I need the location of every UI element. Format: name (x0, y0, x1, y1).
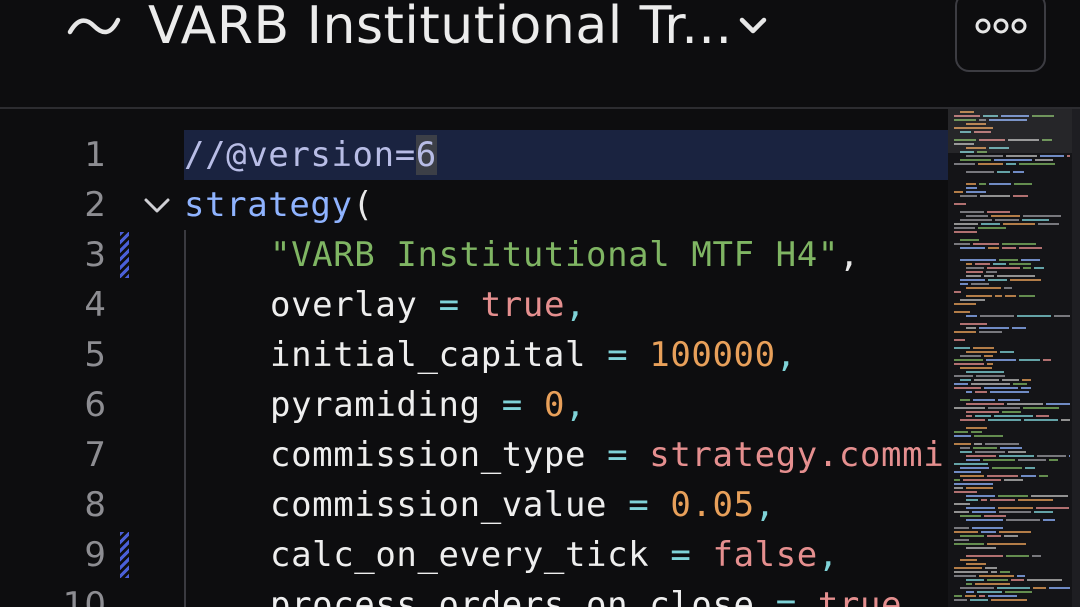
line-number: 5 (84, 335, 106, 375)
chevron-down-icon[interactable] (734, 12, 772, 40)
more-options-button[interactable] (955, 0, 1046, 72)
fold-chevron-icon[interactable] (142, 194, 172, 216)
param-token: commission_type (270, 435, 587, 475)
comma-token: , (817, 535, 839, 575)
code-line[interactable]: 5 initial_capital = 100000, (0, 330, 948, 380)
value-token: false (712, 535, 818, 575)
param-token: pyramiding (270, 385, 481, 425)
comma-token: , (565, 285, 587, 325)
code-line[interactable]: 3 "VARB Institutional MTF H4", (0, 230, 948, 280)
code-text[interactable]: calc_on_every_tick = false, (270, 530, 839, 580)
code-text[interactable]: commission_value = 0.05, (270, 480, 776, 530)
code-text[interactable]: commission_type = strategy.commi (270, 430, 944, 480)
operator-token: = (607, 435, 629, 475)
operator-token: = (775, 585, 797, 607)
operator-token: = (501, 385, 523, 425)
code-line[interactable]: 9 calc_on_every_tick = false, (0, 530, 948, 580)
code-text[interactable]: pyramiding = 0, (270, 380, 586, 430)
value-token: true (817, 585, 903, 607)
comma-token: , (775, 335, 797, 375)
line-number: 6 (84, 385, 106, 425)
code-editor[interactable]: 1 //@version=6 2 strategy( 3 "VARB Insti… (0, 109, 1080, 607)
comma-token: , (838, 235, 860, 275)
code-line[interactable]: 1 //@version=6 (0, 130, 948, 180)
code-text[interactable]: overlay = true, (270, 280, 586, 330)
more-horizontal-icon (975, 18, 1027, 34)
code-text[interactable]: process_orders_on_close = true (270, 580, 902, 607)
param-token: overlay (270, 285, 418, 325)
function-token: strategy (184, 185, 353, 225)
code-line[interactable]: 4 overlay = true, (0, 280, 948, 330)
code-line[interactable]: 7 commission_type = strategy.commi (0, 430, 948, 480)
minimap-preview (954, 111, 1070, 601)
line-number: 10 (62, 585, 106, 607)
value-token: 0 (543, 385, 566, 425)
comma-token: , (565, 385, 587, 425)
line-number: 1 (84, 135, 106, 175)
value-token: 0.05 (670, 485, 755, 525)
line-number: 7 (84, 435, 106, 475)
code-text[interactable]: //@version=6 (184, 130, 437, 180)
paren-token: ( (352, 185, 374, 225)
param-token: process_orders_on_close (270, 585, 755, 607)
change-marker (120, 532, 129, 578)
param-token: commission_value (270, 485, 608, 525)
code-text[interactable]: initial_capital = 100000, (270, 330, 797, 380)
code-line[interactable]: 8 commission_value = 0.05, (0, 480, 948, 530)
chart-line-icon[interactable] (66, 8, 122, 44)
param-token: initial_capital (270, 335, 587, 375)
code-line[interactable]: 2 strategy( (0, 180, 948, 230)
operator-token: = (628, 485, 650, 525)
operator-token: = (438, 285, 460, 325)
line-number: 2 (84, 185, 106, 225)
value-token: strategy.commi (649, 435, 945, 475)
line-number: 8 (84, 485, 106, 525)
code-text[interactable]: strategy( (184, 180, 374, 230)
change-marker (120, 232, 129, 278)
code-minimap[interactable] (948, 109, 1080, 607)
indent-guide (184, 230, 186, 607)
comma-token: , (754, 485, 776, 525)
code-line[interactable]: 6 pyramiding = 0, (0, 380, 948, 430)
code-text[interactable]: "VARB Institutional MTF H4", (270, 230, 860, 280)
selected-token: 6 (415, 135, 437, 175)
value-token: 100000 (649, 335, 776, 375)
editor-header: VARB Institutional Tr... (0, 0, 1080, 107)
param-token: calc_on_every_tick (270, 535, 650, 575)
code-line[interactable]: 10 process_orders_on_close = true (0, 580, 948, 607)
minimap-scrollbar[interactable] (1072, 109, 1080, 607)
string-token: "VARB Institutional MTF H4" (270, 235, 839, 275)
script-title[interactable]: VARB Institutional Tr... (148, 0, 732, 62)
minimap-viewport[interactable] (948, 109, 1080, 153)
line-number: 9 (84, 535, 106, 575)
operator-token: = (670, 535, 692, 575)
line-number: 4 (84, 285, 106, 325)
operator-token: = (607, 335, 629, 375)
comment-token: //@version= (184, 135, 416, 175)
value-token: true (480, 285, 566, 325)
line-number: 3 (84, 235, 106, 275)
